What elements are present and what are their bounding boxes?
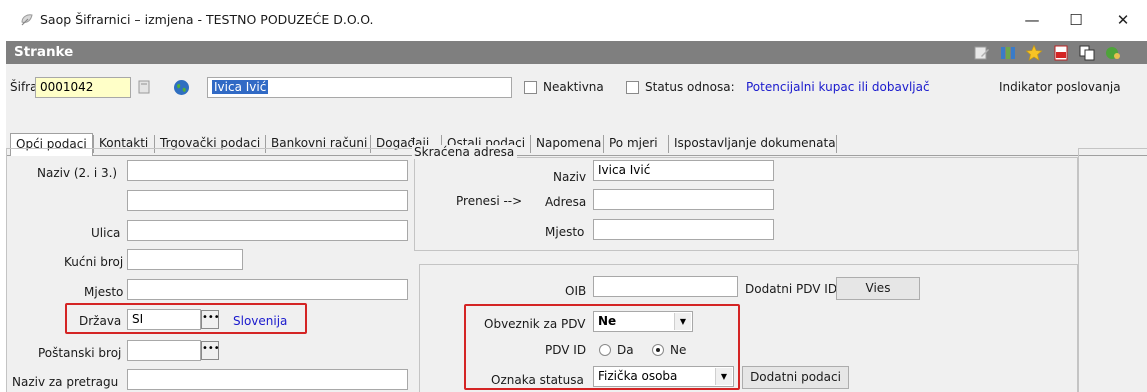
kucni-broj-label: Kućni broj bbox=[64, 255, 124, 269]
naziv-label: Naziv (2. i 3.) bbox=[37, 166, 118, 180]
vies-button-label: Vies bbox=[865, 281, 891, 295]
oznaka-statusa-label: Oznaka statusa bbox=[491, 373, 584, 387]
vies-button[interactable]: Vies bbox=[836, 277, 920, 300]
columns-icon[interactable] bbox=[999, 44, 1017, 62]
dodatni-pdv-id-button[interactable]: Dodatni PDV ID bbox=[745, 282, 837, 296]
tab-separator bbox=[836, 135, 837, 153]
naziv-za-pretragu-label: Naziv za pretragu bbox=[12, 375, 119, 389]
postanski-broj-label: Poštanski broj bbox=[38, 346, 122, 360]
maximize-button[interactable]: ☐ bbox=[1056, 6, 1096, 34]
ulica-input[interactable] bbox=[127, 220, 408, 241]
globe-icon[interactable] bbox=[173, 79, 190, 96]
form-title: Stranke bbox=[14, 44, 74, 60]
ulica-label: Ulica bbox=[91, 226, 121, 240]
drzava-browse-button[interactable]: ••• bbox=[201, 310, 220, 329]
minimize-button[interactable]: — bbox=[1012, 6, 1052, 34]
skracena-adresa-field-label: Adresa bbox=[545, 195, 587, 209]
copy-icon[interactable] bbox=[1078, 44, 1096, 62]
skracena-mjesto-input[interactable] bbox=[593, 219, 774, 240]
obveznik-label: Obveznik za PDV bbox=[484, 317, 586, 331]
pdf-icon[interactable] bbox=[1052, 44, 1070, 62]
globe-user-icon[interactable] bbox=[1104, 44, 1122, 62]
oznaka-statusa-select-value: Fizička osoba bbox=[598, 369, 678, 383]
mjesto-label: Mjesto bbox=[84, 285, 124, 299]
sifra-label: Šifra bbox=[10, 80, 38, 94]
window-title: Saop Šifrarnici – izmjena - TESTNO PODUZ… bbox=[40, 12, 374, 27]
drzava-label: Država bbox=[79, 314, 122, 328]
name-input[interactable]: Ivica Ivić bbox=[207, 77, 512, 98]
calculator-icon[interactable] bbox=[137, 80, 151, 94]
dodatni-podaci-button[interactable]: Dodatni podaci bbox=[742, 366, 849, 389]
skracena-mjesto-label: Mjesto bbox=[545, 225, 585, 239]
obveznik-select-value: Ne bbox=[598, 314, 617, 328]
status-odnosa-label: Status odnosa: bbox=[645, 80, 735, 94]
close-button[interactable]: ✕ bbox=[1103, 6, 1143, 34]
neaktivna-checkbox[interactable] bbox=[524, 81, 537, 94]
right-panel bbox=[1078, 148, 1147, 392]
dodatni-podaci-button-label: Dodatni podaci bbox=[750, 370, 841, 384]
tab-napomena[interactable]: Napomena bbox=[531, 133, 606, 155]
skracena-naziv-label: Naziv bbox=[553, 170, 587, 184]
pdv-id-label: PDV ID bbox=[545, 343, 587, 357]
postanski-broj-input[interactable] bbox=[127, 340, 201, 361]
kucni-broj-input[interactable] bbox=[127, 249, 243, 270]
drzava-input[interactable]: SI bbox=[127, 309, 201, 330]
app-icon bbox=[21, 14, 33, 26]
skracena-adresa-label: Skraćena adresa bbox=[412, 145, 518, 159]
sifra-input[interactable]: 0001042 bbox=[35, 77, 131, 98]
status-odnosa-link[interactable]: Potencijalni kupac ili dobavljač bbox=[746, 80, 930, 94]
oznaka-statusa-select[interactable]: Fizička osoba ▼ bbox=[593, 366, 734, 387]
name-input-value: Ivica Ivić bbox=[212, 80, 269, 94]
drzava-link[interactable]: Slovenija bbox=[233, 314, 287, 328]
naziv-input-2[interactable] bbox=[127, 190, 408, 211]
edit-icon[interactable] bbox=[973, 44, 991, 62]
mjesto-input[interactable] bbox=[127, 279, 408, 300]
tab-ispostavljanje-dokumenata[interactable]: Ispostavljanje dokumenata bbox=[669, 133, 841, 155]
pdv-id-da-radio[interactable] bbox=[599, 344, 611, 356]
skracena-adresa-input[interactable] bbox=[593, 189, 774, 210]
form-header: Stranke bbox=[6, 41, 1147, 64]
star-icon[interactable] bbox=[1025, 44, 1043, 62]
chevron-down-icon: ▼ bbox=[715, 368, 732, 385]
skracena-naziv-input[interactable]: Ivica Ivić bbox=[593, 160, 774, 181]
indikator-poslovanja-label: Indikator poslovanja bbox=[999, 80, 1121, 94]
chevron-down-icon: ▼ bbox=[674, 313, 691, 330]
pdv-id-ne-label: Ne bbox=[670, 343, 687, 357]
status-odnosa-checkbox[interactable] bbox=[626, 81, 639, 94]
window-titlebar: Saop Šifrarnici – izmjena - TESTNO PODUZ… bbox=[0, 0, 1147, 40]
pdv-id-da-label: Da bbox=[617, 343, 634, 357]
naziv-input-1[interactable] bbox=[127, 160, 408, 181]
pdv-id-ne-radio[interactable] bbox=[652, 344, 664, 356]
oib-label: OIB bbox=[565, 284, 587, 298]
naziv-za-pretragu-input[interactable] bbox=[127, 369, 408, 390]
obveznik-select[interactable]: Ne ▼ bbox=[593, 311, 693, 332]
prenesi-label[interactable]: Prenesi --> bbox=[456, 194, 522, 208]
neaktivna-label: Neaktivna bbox=[543, 80, 604, 94]
postanski-broj-browse-button[interactable]: ••• bbox=[201, 341, 220, 360]
tab-po-mjeri[interactable]: Po mjeri bbox=[604, 133, 663, 155]
oib-input[interactable] bbox=[593, 276, 738, 297]
